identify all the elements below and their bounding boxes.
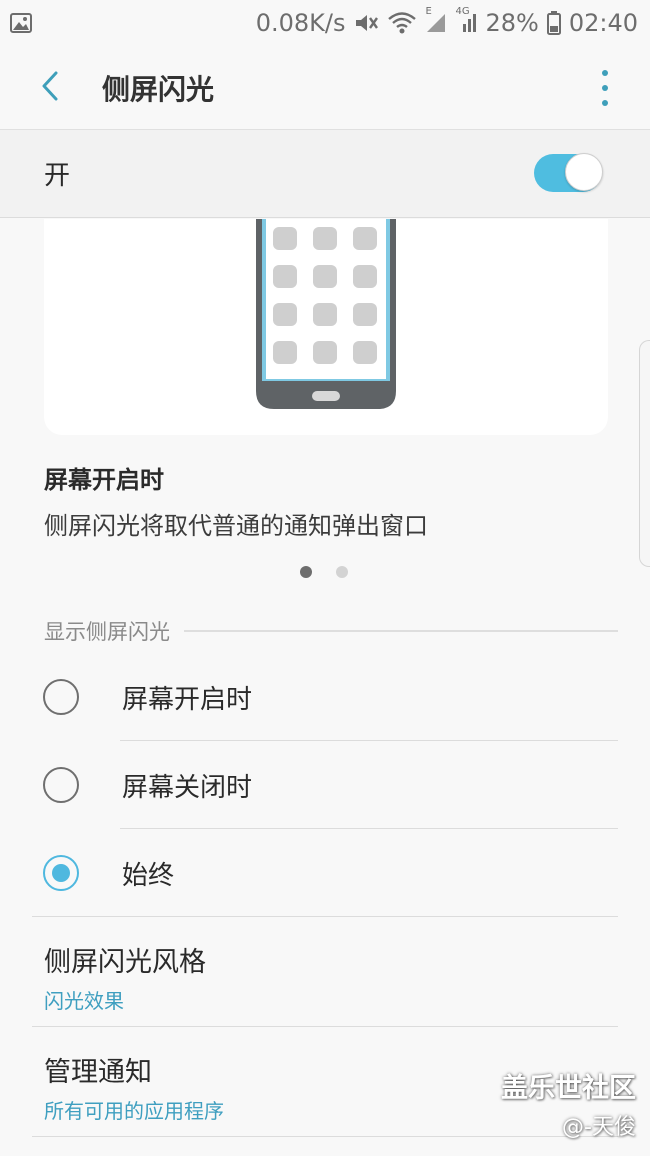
section-divider	[184, 630, 618, 632]
divider	[32, 916, 618, 917]
image-icon	[10, 13, 32, 33]
option-always[interactable]: 始终	[0, 829, 650, 917]
network-type: 4G	[455, 6, 470, 17]
edge-lighting-style-item[interactable]: 侧屏闪光风格 闪光效果	[44, 940, 206, 1014]
radio-dot	[52, 864, 70, 882]
option-screen-off[interactable]: 屏幕关闭时	[0, 741, 650, 829]
watermark: 盖乐世社区 @-天俊	[501, 1066, 636, 1141]
master-toggle[interactable]	[534, 153, 603, 192]
back-arrow-icon	[40, 70, 60, 106]
radio-checked-icon[interactable]	[43, 855, 79, 891]
more-options-button[interactable]	[596, 70, 614, 106]
app-bar: 侧屏闪光	[0, 46, 650, 130]
divider	[32, 1026, 618, 1027]
status-bar: 0.08K/s E 4G 28% 02:40	[0, 0, 650, 46]
data-indicator: E	[425, 6, 432, 17]
list-subtitle: 所有可用的应用程序	[44, 1099, 224, 1123]
watermark-sub: @-天俊	[562, 1115, 636, 1140]
back-button[interactable]	[22, 60, 78, 116]
signal-4g-icon: 4G	[455, 6, 477, 34]
display-section-header: 显示侧屏闪光	[44, 616, 618, 646]
more-dot	[602, 70, 608, 76]
phone-illustration	[256, 219, 396, 417]
manage-notifications-item[interactable]: 管理通知 所有可用的应用程序	[44, 1050, 224, 1124]
page-indicator	[300, 566, 348, 578]
watermark-main: 盖乐世社区	[501, 1073, 636, 1104]
section-title: 显示侧屏闪光	[44, 620, 170, 644]
list-subtitle: 闪光效果	[44, 989, 124, 1013]
master-switch-label: 开	[44, 161, 71, 191]
preview-heading: 屏幕开启时	[44, 466, 164, 494]
clock: 02:40	[568, 9, 638, 37]
mute-icon	[353, 11, 379, 35]
wifi-icon	[387, 11, 417, 35]
preview-card[interactable]	[44, 219, 608, 435]
more-dot	[602, 85, 608, 91]
option-screen-on[interactable]: 屏幕开启时	[0, 653, 650, 741]
option-label: 始终	[122, 860, 175, 891]
network-speed: 0.08K/s	[255, 9, 346, 37]
toggle-knob	[565, 153, 603, 191]
radio-unchecked-icon[interactable]	[43, 679, 79, 715]
status-left	[10, 13, 32, 33]
option-label: 屏幕开启时	[122, 684, 253, 715]
page-title: 侧屏闪光	[102, 72, 215, 106]
edge-panel-handle[interactable]	[639, 340, 650, 567]
battery-percent: 28%	[485, 9, 539, 37]
master-switch-row[interactable]: 开	[0, 130, 650, 218]
option-label: 屏幕关闭时	[122, 772, 253, 803]
page-dot-inactive[interactable]	[336, 566, 348, 578]
list-title: 管理通知	[44, 1057, 152, 1088]
battery-icon	[546, 11, 561, 35]
radio-unchecked-icon[interactable]	[43, 767, 79, 803]
list-title: 侧屏闪光风格	[44, 947, 206, 978]
preview-description: 侧屏闪光将取代普通的通知弹出窗口	[44, 512, 428, 540]
signal-icon: E	[425, 6, 447, 34]
more-dot	[602, 100, 608, 106]
status-right: 0.08K/s E 4G 28% 02:40	[255, 6, 638, 37]
page-dot-active[interactable]	[300, 566, 312, 578]
